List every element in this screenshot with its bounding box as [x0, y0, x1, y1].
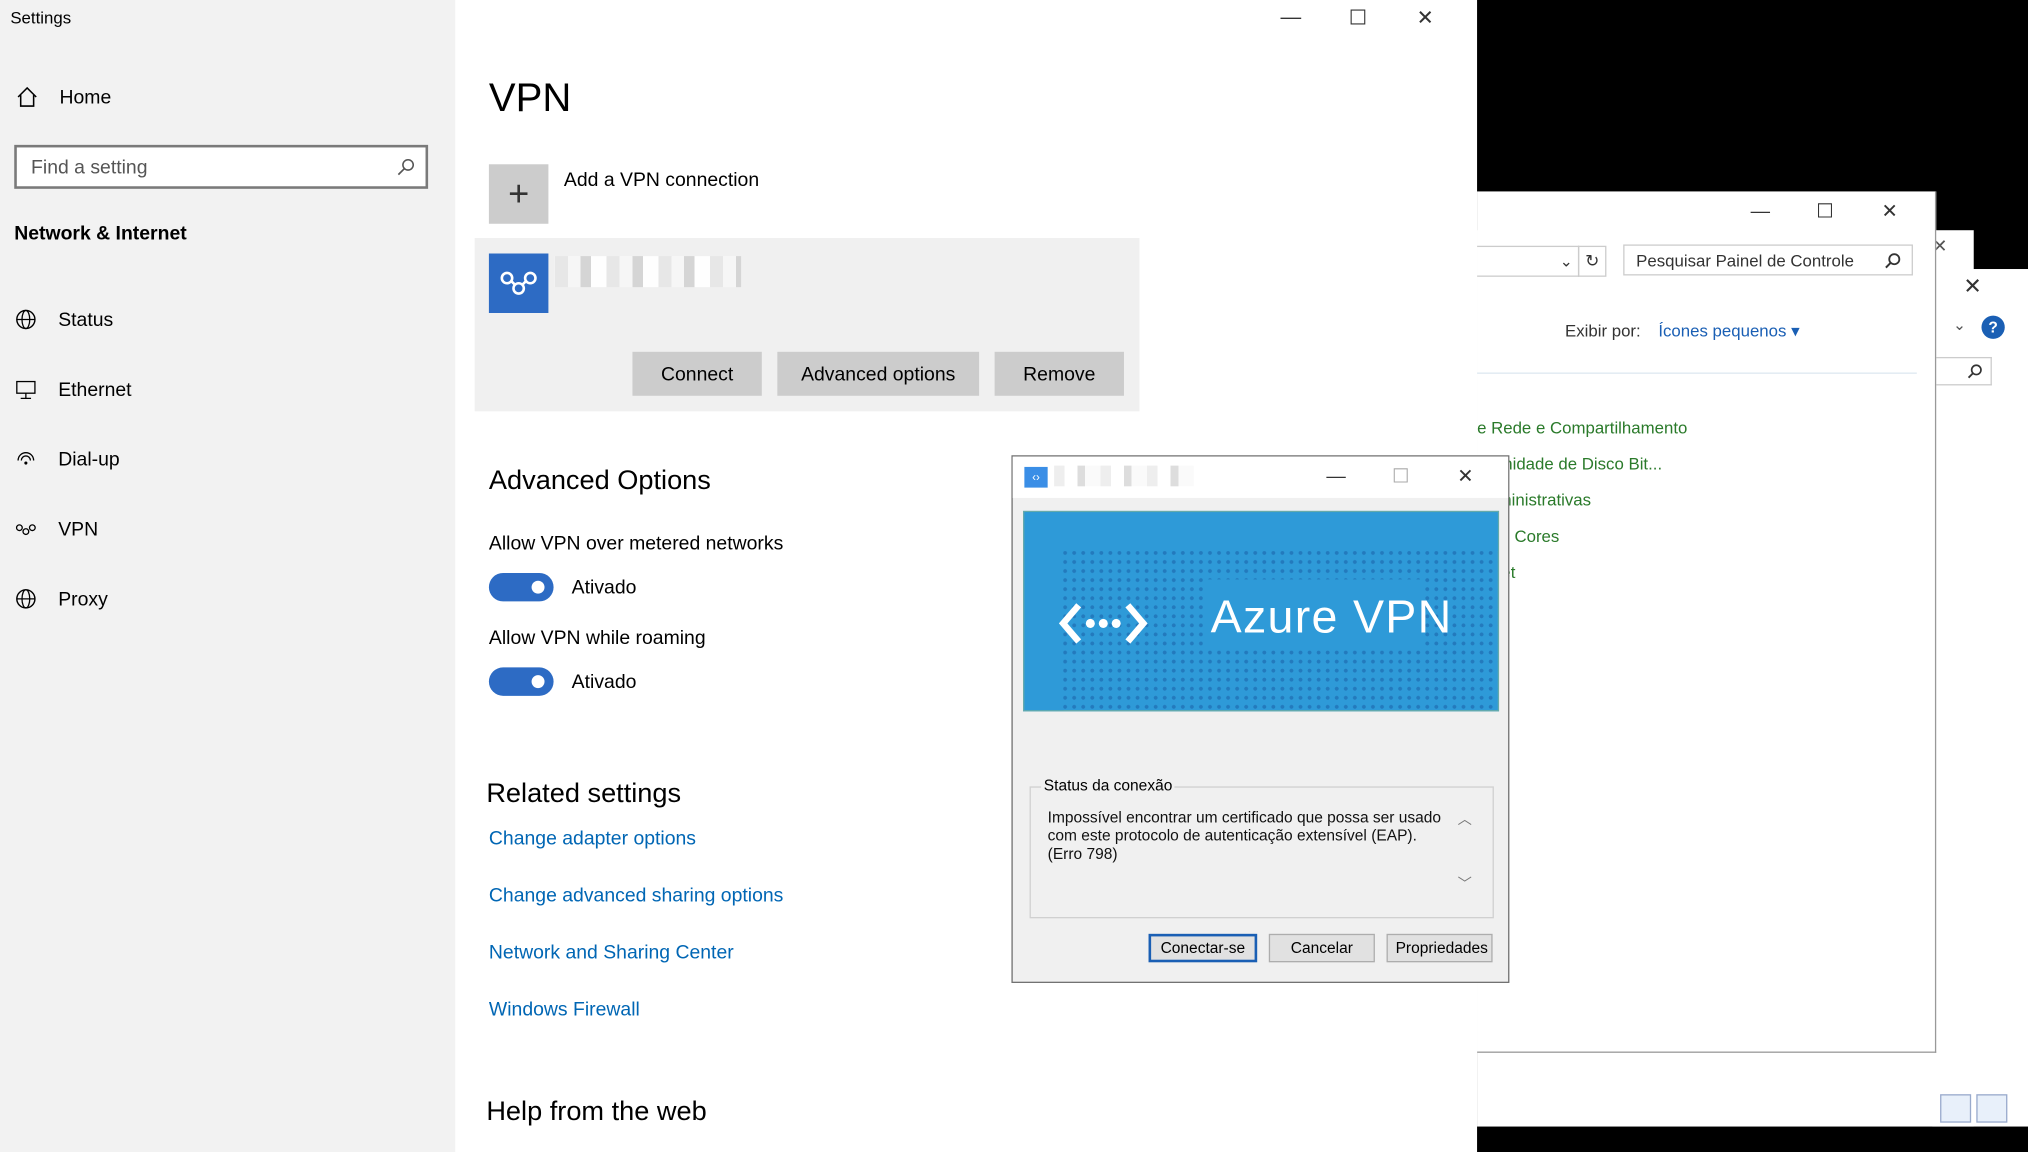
minimize-icon[interactable]: — — [1304, 462, 1369, 490]
related-link[interactable]: Change advanced sharing options — [489, 885, 783, 907]
azure-vpn-dialog: ‹› — ☐ ✕ Azure VPN Status da conexão Imp… — [1011, 455, 1510, 983]
option-label: Allow VPN over metered networks — [488, 532, 784, 555]
dialog-titlebar[interactable]: ‹› — ☐ ✕ — [1012, 456, 1509, 498]
globe-icon — [14, 308, 37, 331]
metered-networks-toggle[interactable]: Ativado — [488, 572, 637, 602]
remove-button[interactable]: Remove — [994, 351, 1124, 396]
minimize-icon[interactable]: — — [1257, 5, 1324, 31]
control-panel-window-back-edge — [1932, 269, 2028, 1127]
related-settings-heading: Related settings — [486, 778, 682, 809]
control-panel-search[interactable]: Pesquisar Painel de Controle — [1623, 244, 1913, 276]
app-title: Settings — [10, 7, 72, 28]
maximize-icon[interactable]: ☐ — [1793, 197, 1858, 225]
maximize-icon[interactable]: ☐ — [1324, 5, 1391, 31]
view-by-label: Exibir por: — [1565, 320, 1641, 341]
dialog-title-redacted — [1054, 465, 1194, 487]
divider — [1477, 372, 1917, 374]
vpn-connection-name-redacted — [554, 256, 742, 288]
scrollbar[interactable]: ︿ ﹀ — [1458, 808, 1472, 893]
home-nav-item[interactable]: Home — [16, 85, 112, 108]
scroll-down-icon[interactable]: ﹀ — [1458, 873, 1472, 894]
chevron-down-icon[interactable]: ⌄ — [1953, 316, 1966, 334]
view-by-dropdown[interactable]: Ícones pequenos ▾ — [1658, 321, 1799, 340]
view-toggle[interactable] — [1940, 1094, 2008, 1123]
refresh-icon[interactable]: ↻ — [1577, 245, 1607, 277]
minimize-icon[interactable]: — — [1728, 197, 1793, 225]
sidebar-item-status[interactable]: Status — [14, 308, 113, 331]
close-icon[interactable]: ✕ — [1857, 197, 1922, 225]
connection-status-group: Status da conexão Impossível encontrar u… — [1029, 776, 1494, 919]
toggle-state: Ativado — [571, 670, 637, 693]
sidebar-item-proxy[interactable]: Proxy — [14, 587, 108, 610]
settings-sidebar: Settings Home Network & Internet Status — [0, 0, 456, 1152]
status-message: Impossível encontrar um certificado que … — [1047, 808, 1442, 863]
toggle-state: Ativado — [571, 576, 637, 599]
control-panel-window: — ☐ ✕ ⌄ ↻ Pesquisar Painel de Controle E… — [1477, 191, 1937, 1053]
details-view-icon[interactable] — [1940, 1094, 1972, 1123]
banner-title: Azure VPN — [1210, 589, 1453, 643]
search-icon — [1885, 252, 1901, 268]
control-panel-search-placeholder: Pesquisar Painel de Controle — [1636, 250, 1854, 270]
help-heading: Help from the web — [486, 1096, 707, 1127]
close-icon[interactable]: ✕ — [1963, 274, 1981, 300]
sidebar-item-label: Ethernet — [58, 378, 132, 401]
close-icon[interactable]: ✕ — [1392, 5, 1459, 31]
globe-icon — [14, 587, 37, 610]
sidebar-item-ethernet[interactable]: Ethernet — [14, 378, 132, 401]
related-link[interactable]: Network and Sharing Center — [489, 942, 734, 964]
scroll-up-icon[interactable]: ︿ — [1458, 808, 1472, 829]
search-icon[interactable] — [1934, 356, 1992, 386]
view-by-value: Ícones pequenos — [1658, 320, 1787, 341]
properties-button[interactable]: Propriedades — [1386, 933, 1493, 963]
control-panel-item[interactable]: e Rede e Compartilhamento — [1477, 418, 1687, 437]
vpn-icon — [488, 253, 549, 314]
maximize-icon: ☐ — [1392, 465, 1410, 488]
plus-icon: + — [488, 164, 549, 224]
advanced-options-button[interactable]: Advanced options — [777, 351, 980, 396]
view-by: Exibir por: Ícones pequenos ▾ — [1565, 321, 1800, 342]
settings-search[interactable] — [14, 144, 429, 189]
related-link[interactable]: Windows Firewall — [489, 999, 640, 1021]
search-icon — [387, 158, 426, 176]
azure-vpn-logo-icon — [1058, 598, 1149, 661]
sidebar-item-vpn[interactable]: VPN — [14, 517, 98, 540]
sidebar-item-label: VPN — [58, 518, 99, 540]
azure-vpn-icon: ‹› — [1024, 466, 1048, 488]
azure-vpn-banner: Azure VPN — [1023, 510, 1500, 712]
roaming-toggle[interactable]: Ativado — [488, 667, 637, 696]
home-label: Home — [59, 86, 112, 108]
large-icons-view-icon[interactable] — [1976, 1094, 2008, 1123]
sidebar-item-label: Dial-up — [58, 448, 120, 471]
toggle-switch[interactable] — [488, 667, 554, 696]
related-link[interactable]: Change adapter options — [489, 828, 696, 850]
window-controls: — ☐ ✕ — [1257, 5, 1459, 31]
section-title: Network & Internet — [14, 222, 187, 245]
option-label: Allow VPN while roaming — [488, 627, 706, 650]
address-bar-dropdown[interactable]: ⌄ — [1477, 245, 1580, 277]
sidebar-item-label: Proxy — [58, 587, 108, 610]
settings-search-input[interactable] — [16, 154, 387, 180]
vpn-icon — [14, 517, 37, 540]
cancel-button[interactable]: Cancelar — [1268, 933, 1375, 963]
status-legend: Status da conexão — [1041, 776, 1175, 795]
connect-button[interactable]: Connect — [632, 351, 762, 396]
sidebar-item-label: Status — [58, 308, 114, 331]
close-icon[interactable]: ✕ — [1433, 462, 1498, 490]
ethernet-icon — [14, 378, 37, 401]
chevron-down-icon: ⌄ — [1559, 252, 1573, 271]
toggle-switch[interactable] — [488, 572, 554, 602]
advanced-options-heading: Advanced Options — [488, 465, 711, 496]
home-icon — [16, 85, 39, 108]
sidebar-item-dialup[interactable]: Dial-up — [14, 448, 120, 471]
add-vpn-label: Add a VPN connection — [563, 169, 760, 192]
add-vpn-connection[interactable]: + Add a VPN connection — [488, 164, 760, 224]
help-icon[interactable]: ? — [1981, 315, 2005, 339]
page-title: VPN — [488, 75, 572, 121]
vpn-connection-card[interactable]: Connect Advanced options Remove — [474, 237, 1140, 412]
dialup-icon — [14, 448, 37, 471]
connect-button[interactable]: Conectar-se — [1148, 933, 1258, 963]
